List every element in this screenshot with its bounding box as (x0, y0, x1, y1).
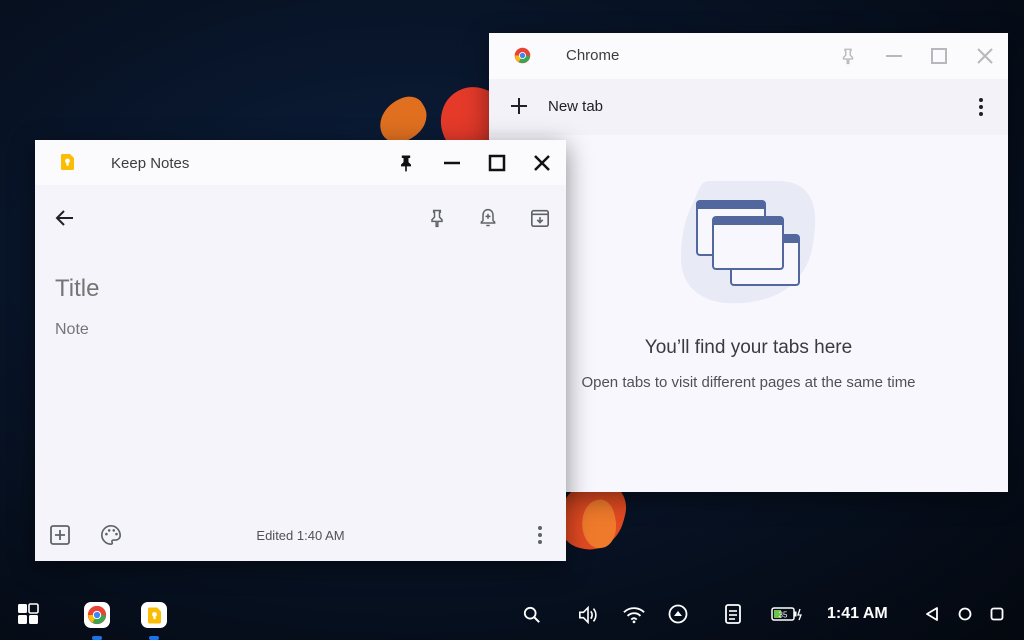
overview-nav-button[interactable] (987, 604, 1007, 624)
launcher-icon (18, 603, 39, 624)
shelf-app-keep[interactable] (141, 602, 167, 628)
pin-outline-icon (431, 209, 443, 228)
search-icon (523, 606, 540, 623)
back-nav-button[interactable] (922, 604, 942, 624)
close-button[interactable] (974, 45, 996, 67)
volume-button[interactable] (576, 604, 600, 626)
running-indicator (149, 636, 159, 640)
chrome-menu-button[interactable] (971, 95, 991, 119)
new-tab-row: New tab (489, 79, 1008, 135)
launcher-button[interactable] (16, 602, 40, 626)
archive-button[interactable] (527, 205, 553, 231)
back-button[interactable] (52, 205, 78, 231)
new-tab-label[interactable]: New tab (548, 98, 603, 115)
minimize-button[interactable] (440, 151, 464, 175)
keep-icon (147, 607, 161, 623)
window-title: Keep Notes (111, 155, 190, 172)
wifi-icon (623, 607, 645, 624)
pin-icon (401, 155, 411, 172)
pin-icon (842, 48, 854, 65)
notes-status-button[interactable] (722, 603, 744, 625)
pin-note-button[interactable] (424, 205, 450, 231)
battery-icon: 35 (771, 607, 802, 621)
keep-window: Keep Notes Title Note Edited 1:40 AM (35, 140, 566, 561)
keep-icon (61, 154, 74, 175)
close-button[interactable] (530, 151, 554, 175)
chrome-window: Chrome New tab You’ll find your tabs her… (489, 33, 1008, 492)
cast-icon (668, 604, 688, 624)
tabs-illustration (679, 179, 819, 314)
chrome-icon (87, 605, 107, 625)
battery-level: 35 (779, 611, 788, 620)
close-icon (977, 48, 993, 64)
home-icon (958, 607, 972, 621)
minimize-button[interactable] (883, 45, 905, 67)
search-button[interactable] (521, 604, 543, 626)
note-menu-button[interactable] (527, 522, 553, 548)
back-icon (926, 607, 938, 621)
volume-icon (579, 605, 597, 625)
cast-button[interactable] (667, 603, 689, 625)
add-alert-icon (480, 208, 496, 227)
note-editor: Edited 1:40 AM (35, 185, 566, 561)
maximize-button[interactable] (928, 45, 950, 67)
minimize-icon (886, 55, 902, 57)
maximize-icon (931, 48, 947, 64)
reminder-button[interactable] (475, 205, 501, 231)
overview-icon (990, 607, 1004, 621)
chrome-icon (514, 47, 531, 69)
chrome-titlebar[interactable]: Chrome (489, 33, 1008, 79)
note-title-input[interactable] (55, 275, 535, 303)
more-vert-icon (979, 98, 983, 116)
pin-button[interactable] (837, 45, 859, 67)
plus-icon (511, 98, 527, 114)
new-tab-button[interactable] (508, 95, 530, 117)
battery-status[interactable]: 35 (770, 605, 806, 623)
empty-state-heading: You’ll find your tabs here (644, 337, 853, 358)
window-title: Chrome (566, 47, 620, 64)
pin-button[interactable] (394, 151, 418, 175)
shelf: 35 1:41 AM (0, 588, 1024, 640)
more-vert-icon (538, 526, 542, 544)
maximize-button[interactable] (485, 151, 509, 175)
wifi-button[interactable] (622, 604, 646, 626)
maximize-icon (488, 154, 506, 172)
keep-titlebar[interactable]: Keep Notes (35, 140, 566, 185)
home-nav-button[interactable] (955, 604, 975, 624)
empty-state-subtext: Open tabs to visit different pages at th… (581, 374, 916, 391)
arrow-back-icon (55, 210, 73, 226)
running-indicator (92, 636, 102, 640)
notes-icon (725, 604, 741, 624)
close-icon (534, 155, 550, 171)
edited-timestamp: Edited 1:40 AM (256, 528, 345, 543)
note-body-input[interactable] (55, 321, 535, 339)
archive-icon (531, 209, 549, 227)
shelf-app-chrome[interactable] (84, 602, 110, 628)
minimize-icon (444, 161, 460, 165)
clock[interactable]: 1:41 AM (827, 605, 888, 623)
